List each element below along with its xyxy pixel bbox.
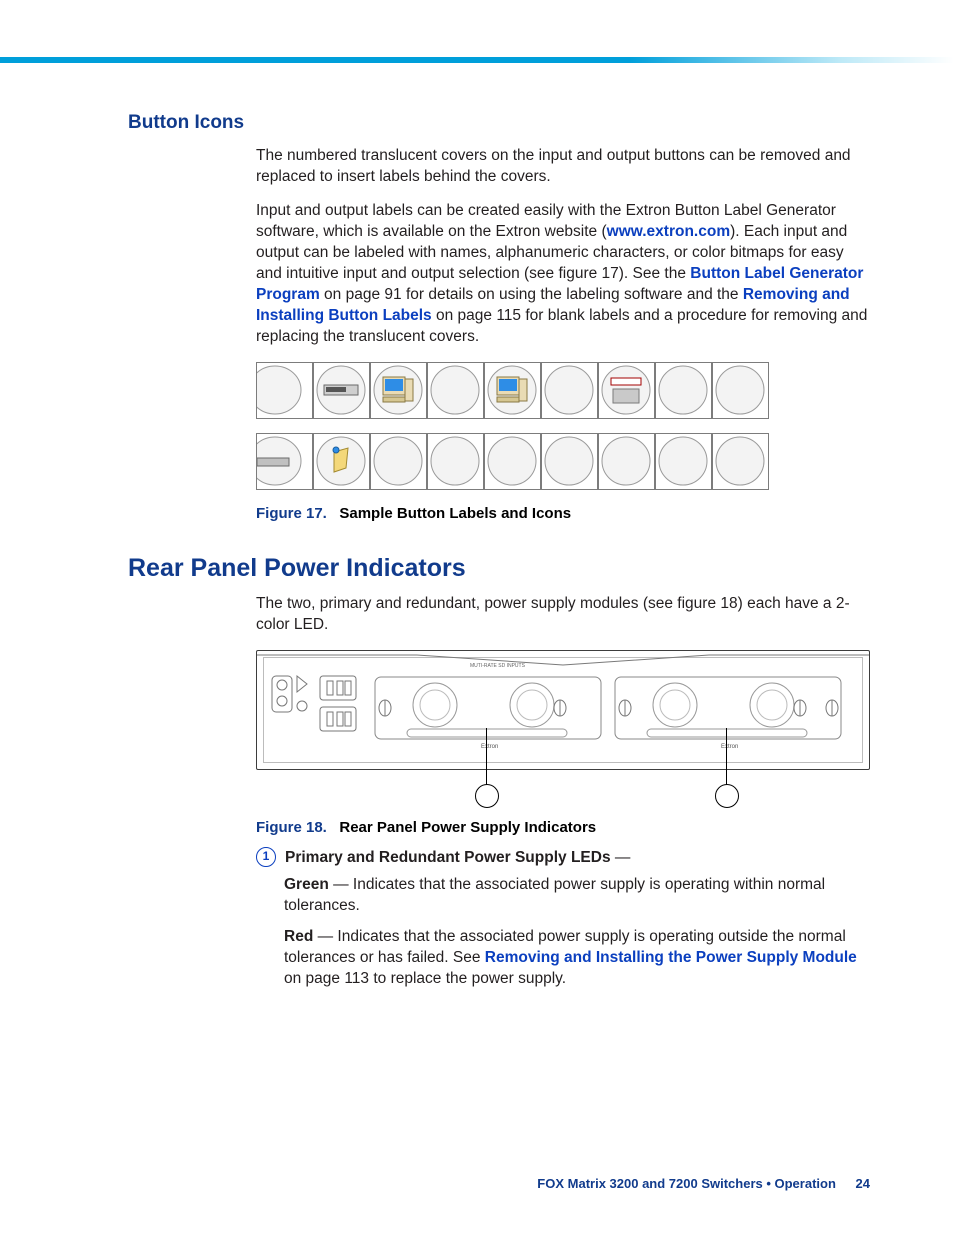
document-page: Button Icons The numbered translucent co… xyxy=(0,0,954,1235)
icon-tile-empty xyxy=(541,433,598,490)
text-run: — xyxy=(611,849,631,866)
icon-tile-empty xyxy=(427,433,484,490)
svg-text:MUTI-RATE SD INPUTS: MUTI-RATE SD INPUTS xyxy=(470,663,526,669)
page-number: 24 xyxy=(840,1176,870,1191)
figure-title: Sample Button Labels and Icons xyxy=(339,505,571,522)
lead-word: Green xyxy=(284,876,329,893)
figure-number: Figure 18. xyxy=(256,819,327,836)
svg-text:Extron: Extron xyxy=(481,744,498,750)
callout-list: 1 Primary and Redundant Power Supply LED… xyxy=(256,848,870,990)
page-content: Button Icons The numbered translucent co… xyxy=(128,110,870,1000)
figure-title: Rear Panel Power Supply Indicators xyxy=(339,819,596,836)
icon-tile-pc xyxy=(370,362,427,419)
icon-tile-empty xyxy=(655,433,712,490)
led-green-description: Green — Indicates that the associated po… xyxy=(284,875,870,917)
page-footer: FOX Matrix 3200 and 7200 Switchers • Ope… xyxy=(537,1175,870,1193)
callout-leader-line xyxy=(726,728,727,788)
figure-number: Figure 17. xyxy=(256,505,327,522)
icon-tile-empty xyxy=(655,362,712,419)
figure17-row1 xyxy=(256,362,870,419)
figure17-row2 xyxy=(256,433,870,490)
callout-leader-line xyxy=(486,728,487,788)
icon-tile-empty xyxy=(541,362,598,419)
button-icons-p1: The numbered translucent covers on the i… xyxy=(256,146,870,188)
callout-circle-icon xyxy=(475,784,499,808)
callout-item: 1 Primary and Redundant Power Supply LED… xyxy=(256,848,870,869)
icon-tile-empty xyxy=(598,433,655,490)
callout-marker-icon: 1 xyxy=(256,847,276,867)
lead-word: Red xyxy=(284,928,313,945)
button-icons-p2: Input and output labels can be created e… xyxy=(256,201,870,347)
callout-title: Primary and Redundant Power Supply LEDs … xyxy=(285,848,630,869)
rear-panel-svg: MUTI-RATE SD INPUTS xyxy=(257,651,869,769)
heading-button-icons: Button Icons xyxy=(128,110,870,136)
icon-tile xyxy=(256,362,313,419)
text-run: — Indicates that the associated power su… xyxy=(284,876,825,914)
link-extron-website[interactable]: www.extron.com xyxy=(607,223,730,240)
led-red-description: Red — Indicates that the associated powe… xyxy=(284,927,870,990)
icon-tile-empty xyxy=(370,433,427,490)
icon-tile-pc xyxy=(484,362,541,419)
text-run: on page 113 to replace the power supply. xyxy=(284,970,566,987)
footer-text: FOX Matrix 3200 and 7200 Switchers • Ope… xyxy=(537,1176,836,1191)
icon-tile xyxy=(256,433,313,490)
figure18-wrap: MUTI-RATE SD INPUTS xyxy=(256,650,870,770)
icon-tile-empty xyxy=(712,433,769,490)
icon-tile-vcr xyxy=(313,362,370,419)
rear-panel-intro: The two, primary and redundant, power su… xyxy=(256,594,870,636)
icon-tile-switcher xyxy=(598,362,655,419)
icon-tile-empty xyxy=(712,362,769,419)
figure17-caption: Figure 17. Sample Button Labels and Icon… xyxy=(256,504,870,524)
text-run: Primary and Redundant Power Supply LEDs xyxy=(285,849,611,866)
link-removing-and-installing-power-supply-module[interactable]: Removing and Installing the Power Supply… xyxy=(485,949,857,966)
icon-tile-empty xyxy=(484,433,541,490)
figure18-caption: Figure 18. Rear Panel Power Supply Indic… xyxy=(256,818,870,838)
icon-tile-doc-camera xyxy=(313,433,370,490)
callout-circle-icon xyxy=(715,784,739,808)
heading-rear-panel: Rear Panel Power Indicators xyxy=(128,552,870,586)
text-run: on page 91 for details on using the labe… xyxy=(320,286,743,303)
figure18-rear-panel-diagram: MUTI-RATE SD INPUTS xyxy=(256,650,870,770)
icon-tile-empty xyxy=(427,362,484,419)
top-accent-rule xyxy=(0,57,954,63)
svg-text:Extron: Extron xyxy=(721,744,738,750)
